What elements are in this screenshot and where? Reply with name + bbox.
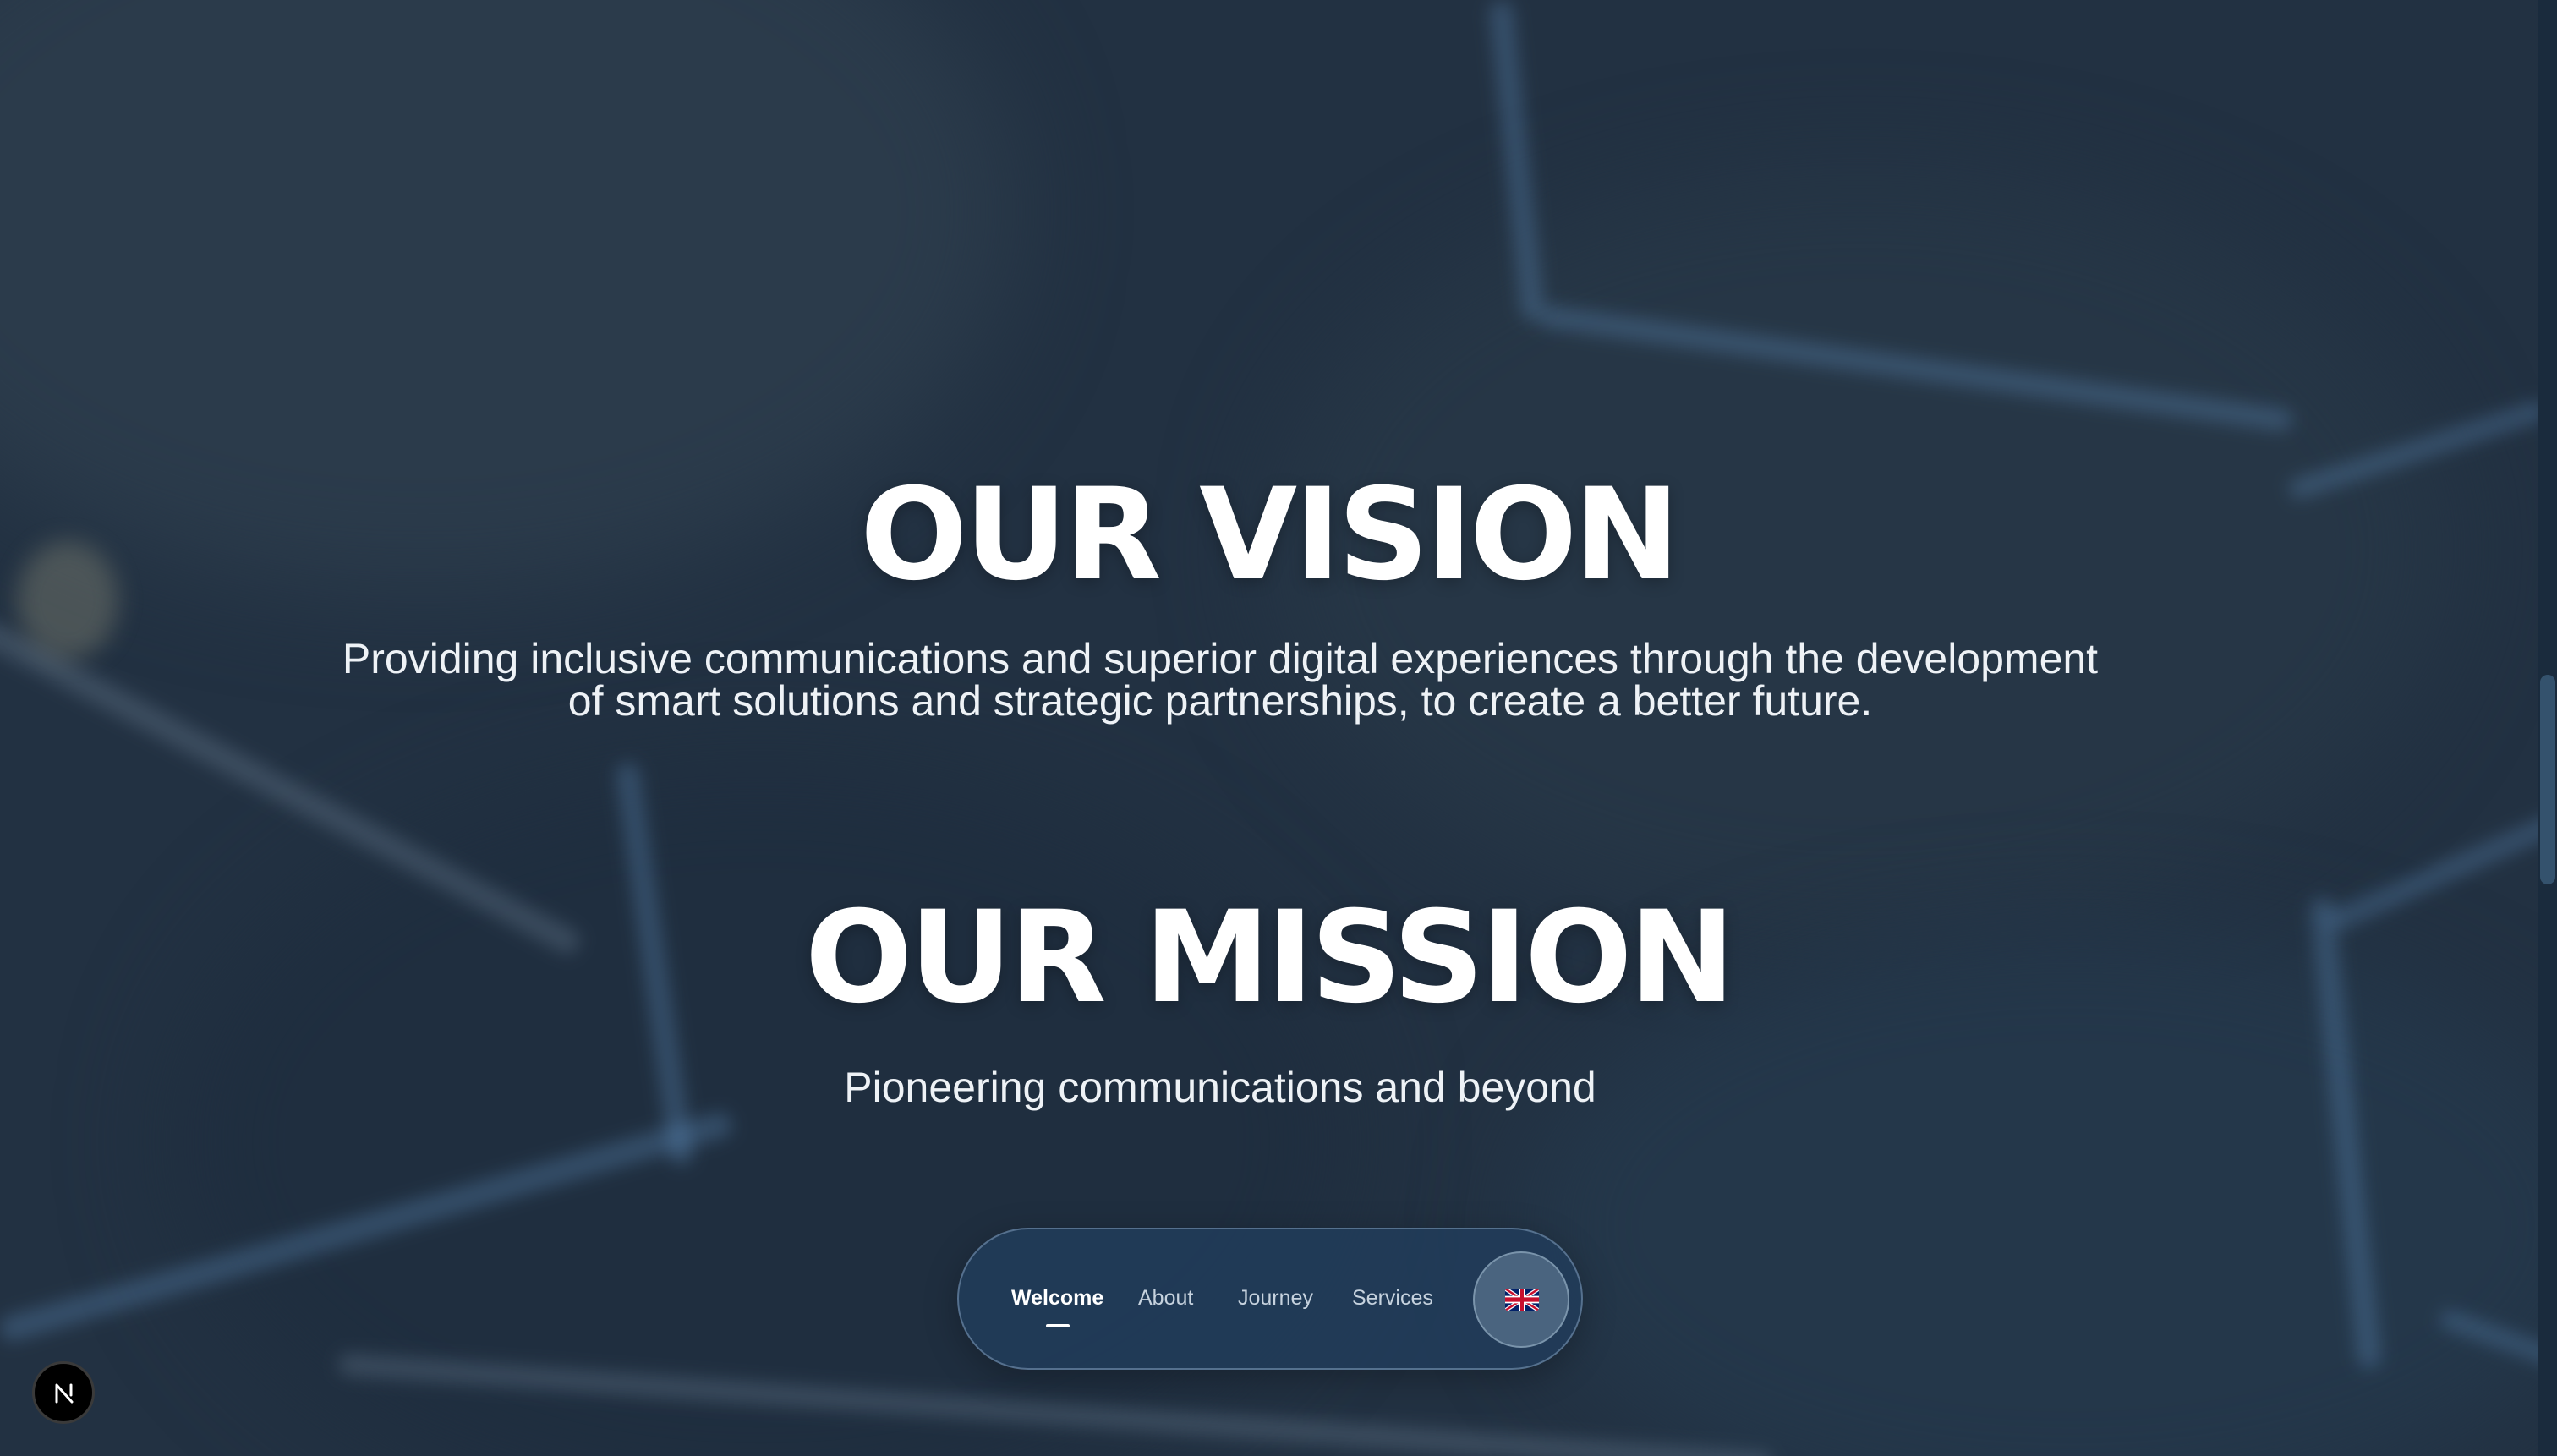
scrollbar-track[interactable] <box>2538 0 2557 1456</box>
nextjs-dev-badge[interactable] <box>32 1361 95 1424</box>
bottom-nav: Welcome About Journey Services <box>957 1228 1583 1370</box>
nav-item-welcome[interactable]: Welcome <box>1011 1277 1104 1327</box>
nav-item-label: About <box>1138 1286 1194 1310</box>
page: OUR VISION Providing inclusive communica… <box>0 0 2557 1456</box>
vision-text: Providing inclusive communications and s… <box>342 635 2099 725</box>
scrollbar-thumb[interactable] <box>2540 675 2555 884</box>
nav-item-label: Journey <box>1238 1286 1313 1310</box>
vision-title: OUR VISION <box>860 462 1680 609</box>
nav-item-journey[interactable]: Journey <box>1238 1277 1313 1319</box>
nav-item-about[interactable]: About <box>1138 1277 1193 1319</box>
nextjs-logo-icon <box>55 1383 74 1404</box>
nav-item-services[interactable]: Services <box>1352 1277 1433 1319</box>
mission-text: Pioneering communications and beyond <box>844 1064 1596 1111</box>
nav-item-label: Welcome <box>1011 1286 1104 1310</box>
mission-title: OUR MISSION <box>804 884 1735 1032</box>
active-indicator <box>1045 1324 1070 1327</box>
uk-flag-icon <box>1505 1289 1539 1311</box>
nav-item-label: Services <box>1352 1286 1433 1310</box>
language-button[interactable] <box>1473 1251 1569 1348</box>
